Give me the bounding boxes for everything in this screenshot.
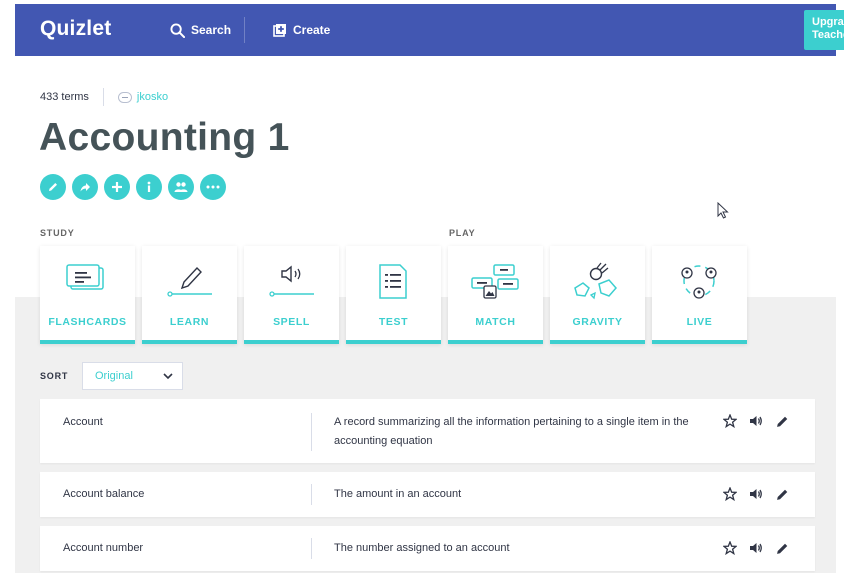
mode-label: FLASHCARDS [48, 316, 127, 328]
speaker-icon[interactable] [748, 486, 764, 502]
definition-text: The number assigned to an account [334, 542, 510, 554]
set-actions [40, 174, 226, 200]
edit-set-button[interactable] [40, 174, 66, 200]
search-icon [170, 22, 185, 38]
pencil-icon[interactable] [774, 540, 790, 556]
mode-label: SPELL [273, 316, 310, 328]
mouse-cursor-icon [717, 202, 729, 219]
mode-test[interactable]: TEST [346, 246, 441, 344]
term-divider [311, 538, 312, 559]
term-count: 433 terms [40, 91, 89, 103]
flashcards-icon [66, 264, 104, 290]
sort-dropdown[interactable]: Original [82, 362, 183, 390]
mode-label: MATCH [475, 316, 516, 328]
pencil-icon[interactable] [774, 413, 790, 429]
upgrade-label: Upgrade [812, 16, 844, 28]
search-button[interactable]: Search [170, 4, 231, 56]
star-icon[interactable] [722, 540, 738, 556]
term-row: Account balance The amount in an account [40, 472, 815, 517]
speaker-icon[interactable] [748, 413, 764, 429]
live-icon [681, 265, 717, 299]
author-name: jkosko [136, 91, 169, 103]
page-title: Accounting 1 [39, 116, 290, 159]
author-link[interactable]: jkosko [117, 91, 169, 103]
term-divider [311, 484, 312, 505]
sort-label: SORT [40, 371, 69, 381]
top-navigation-bar: Quizlet Search Create Upgrade Teacher [15, 4, 844, 56]
create-icon [273, 24, 286, 37]
speaker-icon[interactable] [748, 540, 764, 556]
term-text: Account balance [63, 488, 145, 500]
more-icon [206, 185, 220, 189]
info-button[interactable] [136, 174, 162, 200]
meta-divider [102, 88, 104, 106]
share-button[interactable] [72, 174, 98, 200]
mode-label: LEARN [169, 316, 210, 328]
quizlet-logo[interactable]: Quizlet [40, 17, 111, 41]
term-text: Account number [63, 542, 144, 554]
mode-label: LIVE [686, 316, 713, 328]
test-icon [379, 264, 407, 299]
term-row: Account A record summarizing all the inf… [40, 399, 815, 463]
mode-label: TEST [378, 316, 409, 328]
share-icon [80, 183, 90, 192]
definition-text: A record summarizing all the information… [334, 416, 689, 447]
term-text: Account [63, 416, 103, 428]
sort-value: Original [95, 370, 133, 382]
term-row: Account number The number assigned to an… [40, 526, 815, 571]
create-label: Create [293, 23, 331, 37]
search-label: Search [191, 23, 232, 37]
pencil-icon [49, 183, 57, 191]
people-button[interactable] [168, 174, 194, 200]
learn-icon [167, 266, 212, 297]
play-section-label: PLAY [449, 228, 476, 238]
mode-gravity[interactable]: GRAVITY [550, 246, 645, 344]
info-icon [147, 181, 151, 192]
upgrade-teacher-button[interactable]: Upgrade Teacher [804, 10, 844, 50]
row-actions [722, 540, 790, 556]
gravity-icon [574, 262, 617, 300]
definition-text: The amount in an account [334, 488, 462, 500]
more-options-button[interactable] [200, 174, 226, 200]
mode-live[interactable]: LIVE [652, 246, 747, 344]
add-to-class-button[interactable] [104, 174, 130, 200]
people-icon [174, 182, 188, 192]
avatar-icon [117, 91, 132, 103]
plus-icon [112, 182, 122, 192]
nav-divider [244, 17, 245, 43]
row-actions [722, 486, 790, 502]
study-section-label: STUDY [40, 228, 75, 238]
mode-match[interactable]: MATCH [448, 246, 543, 344]
upgrade-sublabel: Teacher [812, 29, 844, 41]
study-modes: FLASHCARDS LEARN SPELL TEST MATCH GRAVIT… [40, 246, 747, 344]
mode-learn[interactable]: LEARN [142, 246, 237, 344]
match-icon [471, 264, 519, 299]
pencil-icon[interactable] [774, 486, 790, 502]
create-button[interactable]: Create [273, 4, 330, 56]
chevron-down-icon [163, 373, 173, 380]
star-icon[interactable] [722, 413, 738, 429]
set-meta: 433 terms jkosko [40, 88, 168, 106]
star-icon[interactable] [722, 486, 738, 502]
mode-spell[interactable]: SPELL [244, 246, 339, 344]
term-divider [311, 413, 312, 451]
mode-label: GRAVITY [572, 316, 623, 328]
spell-icon [269, 265, 314, 297]
row-actions [722, 413, 790, 429]
mode-flashcards[interactable]: FLASHCARDS [40, 246, 135, 344]
